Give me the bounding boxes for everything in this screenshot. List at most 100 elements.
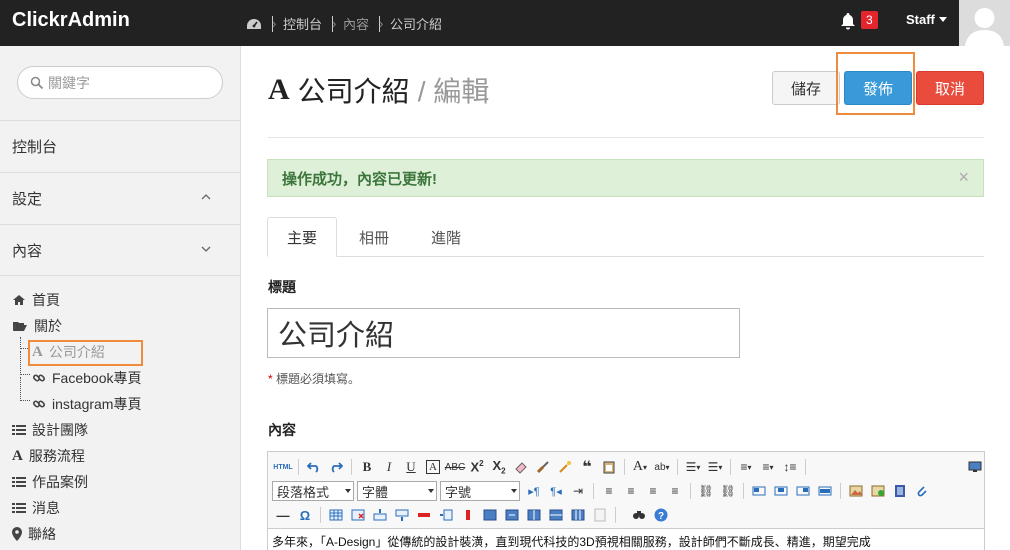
align-right-icon[interactable]: ≡ [642,481,664,501]
align-justify-icon[interactable]: ≡ [664,481,686,501]
format-select[interactable]: 段落格式 [272,481,354,501]
italic-icon[interactable]: I [378,457,400,477]
table-cell-props-icon[interactable] [479,505,501,525]
link-icon [32,374,46,382]
table-merge-icon[interactable] [501,505,523,525]
caret-down-icon [938,17,947,22]
quote-icon[interactable]: ❝ [576,457,598,477]
tree-item-label: 首頁 [32,292,60,308]
special-char-icon[interactable]: Ω [294,505,316,525]
image-center-icon[interactable] [770,481,792,501]
tree-item-design-team[interactable]: 設計團隊 [12,419,88,441]
save-button[interactable]: 儲存 [772,71,840,105]
close-icon[interactable]: × [958,167,969,188]
superscript-icon[interactable]: X2 [466,457,488,477]
editor-toolbar-row-2: 段落格式 字體 字號 ▸¶ ¶◂ ⇥ ≡ ≡ ≡ ≡ ⛓ ⛓ [272,480,933,502]
table-col-props-icon[interactable] [567,505,589,525]
table-row-props-icon[interactable] [545,505,567,525]
table-row-after-icon[interactable] [391,505,413,525]
table-col-delete-icon[interactable] [457,505,479,525]
text-style-icon[interactable]: A ▾ [629,457,651,477]
font-select[interactable]: 字體 [357,481,437,501]
image-right-icon[interactable] [792,481,814,501]
notification-badge[interactable]: 3 [861,11,878,29]
magic-wand-icon[interactable] [554,457,576,477]
tree-item-facebook[interactable]: Facebook專頁 [32,367,141,389]
attachment-icon[interactable] [911,481,933,501]
top-navbar: ClickrAdmin › 控制台 › 內容 › 公司介紹 3 Staff [0,0,1010,46]
tree-item-about[interactable]: 關於 [12,315,62,337]
eraser-icon[interactable] [510,457,532,477]
spellcheck-icon[interactable]: ab ▾ [651,457,673,477]
sidebar-item-dashboard[interactable]: 控制台 [0,120,241,172]
sidebar-search-input[interactable]: 關鍵字 [17,66,223,99]
cancel-button[interactable]: 取消 [916,71,984,105]
underline-icon[interactable]: U [400,457,422,477]
tree-item-portfolio[interactable]: 作品案例 [12,471,88,493]
title-field[interactable]: 公司介紹 [267,308,740,358]
bold-icon[interactable]: B [356,457,378,477]
ltr-icon[interactable]: ▸¶ [523,481,545,501]
tab-advanced[interactable]: 進階 [411,217,481,257]
tab-main[interactable]: 主要 [267,217,337,257]
tree-item-contact[interactable]: 聯絡 [12,523,56,545]
font-icon: A [268,73,290,106]
redo-icon[interactable] [325,457,347,477]
strikethrough-icon[interactable]: ABC [444,457,466,477]
align-center-icon[interactable]: ≡ [620,481,642,501]
page-break-icon[interactable] [589,505,611,525]
image-left-icon[interactable] [748,481,770,501]
bell-icon[interactable] [840,12,856,30]
editor-content-area[interactable]: 多年來，「A-Design」從傳統的設計裝潢，直到現代科技的3D預視相關服務，設… [268,528,984,550]
tree-item-news[interactable]: 消息 [12,497,60,519]
table-icon[interactable] [325,505,347,525]
subscript-icon[interactable]: X2 [488,457,510,477]
clipboard-icon[interactable] [598,457,620,477]
paragraph-format-icon[interactable]: ≡ ▾ [757,457,779,477]
link-icon[interactable]: ⛓ [695,481,717,501]
indent-icon[interactable]: ⇥ [567,481,589,501]
table-row-delete-icon[interactable] [413,505,435,525]
line-height-icon[interactable]: ↕≡ [779,457,801,477]
align-left-icon[interactable]: ≡ [598,481,620,501]
table-col-before-icon[interactable] [435,505,457,525]
insert-video-icon[interactable] [889,481,911,501]
fullscreen-icon[interactable] [964,457,986,477]
help-icon[interactable]: ? [650,505,672,525]
avatar[interactable] [959,0,1010,46]
brush-icon[interactable] [532,457,554,477]
undo-icon[interactable] [303,457,325,477]
html-source-icon[interactable]: HTML [272,457,294,477]
insert-gallery-icon[interactable] [867,481,889,501]
table-delete-icon[interactable] [347,505,369,525]
table-row-before-icon[interactable] [369,505,391,525]
tab-album[interactable]: 相冊 [339,217,409,257]
align-icon[interactable]: ≡ ▾ [735,457,757,477]
breadcrumb-item-dashboard[interactable]: 控制台 [283,14,322,33]
tree-item-service-process[interactable]: A 服務流程 [12,445,85,467]
image-block-icon[interactable] [814,481,836,501]
page-title-text: 公司介紹 [297,76,410,107]
find-icon[interactable] [628,505,650,525]
table-split-icon[interactable] [523,505,545,525]
unlink-icon[interactable]: ⛓ [717,481,739,501]
dashboard-icon[interactable] [246,17,262,31]
insert-image-icon[interactable] [845,481,867,501]
user-menu[interactable]: Staff [906,12,947,27]
toolbar-separator [593,483,594,499]
alert-message: 操作成功，內容已更新! [282,170,437,188]
tree-item-home[interactable]: 首頁 [12,289,60,311]
svg-text:?: ? [658,511,664,522]
size-select[interactable]: 字號 [440,481,520,501]
unordered-list-icon[interactable]: ☰ ▾ [704,457,726,477]
sidebar-item-label: 控制台 [12,139,58,156]
rtl-icon[interactable]: ¶◂ [545,481,567,501]
ordered-list-icon[interactable]: ☰ ▾ [682,457,704,477]
font-color-icon[interactable]: A [422,457,444,477]
breadcrumb-item-content[interactable]: 內容 [343,14,369,33]
brand-logo[interactable]: ClickrAdmin [12,9,130,32]
tree-item-instagram[interactable]: instagram專頁 [32,393,141,415]
horizontal-rule-icon[interactable]: — [272,505,294,525]
sidebar-item-content[interactable]: 內容 [0,224,241,276]
sidebar-item-settings[interactable]: 設定 [0,172,241,224]
